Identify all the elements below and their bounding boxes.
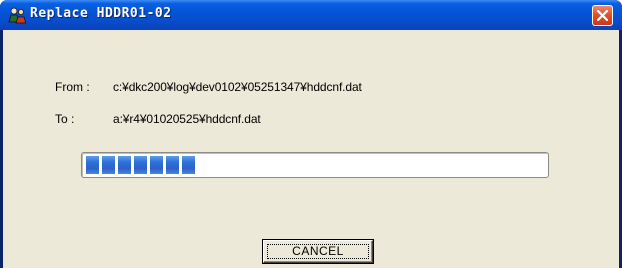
progress-bar: [81, 152, 549, 178]
progress-segment: [86, 156, 99, 174]
window-title: Replace HDDR01-02: [30, 6, 172, 21]
replace-dialog-window: Replace HDDR01-02 From : c:¥dkc200¥log¥d…: [0, 0, 622, 268]
progress-segment: [134, 156, 147, 174]
to-label: To :: [55, 112, 75, 126]
dialog-body: From : c:¥dkc200¥log¥dev0102¥05251347¥hd…: [3, 30, 619, 268]
progress-segment: [102, 156, 115, 174]
people-icon: [8, 6, 27, 24]
title-bar[interactable]: Replace HDDR01-02: [0, 0, 622, 30]
cancel-button-label: CANCEL: [292, 244, 344, 258]
close-button[interactable]: [592, 5, 613, 26]
to-path: a:¥r4¥01020525¥hddcnf.dat: [113, 112, 261, 126]
progress-segment: [166, 156, 179, 174]
progress-fill: [86, 156, 198, 174]
from-label: From :: [55, 80, 90, 94]
close-icon: [597, 10, 608, 21]
progress-segment: [118, 156, 131, 174]
cancel-button[interactable]: CANCEL: [263, 240, 373, 263]
from-path: c:¥dkc200¥log¥dev0102¥05251347¥hddcnf.da…: [113, 80, 362, 94]
progress-segment: [182, 156, 195, 174]
progress-segment: [150, 156, 163, 174]
